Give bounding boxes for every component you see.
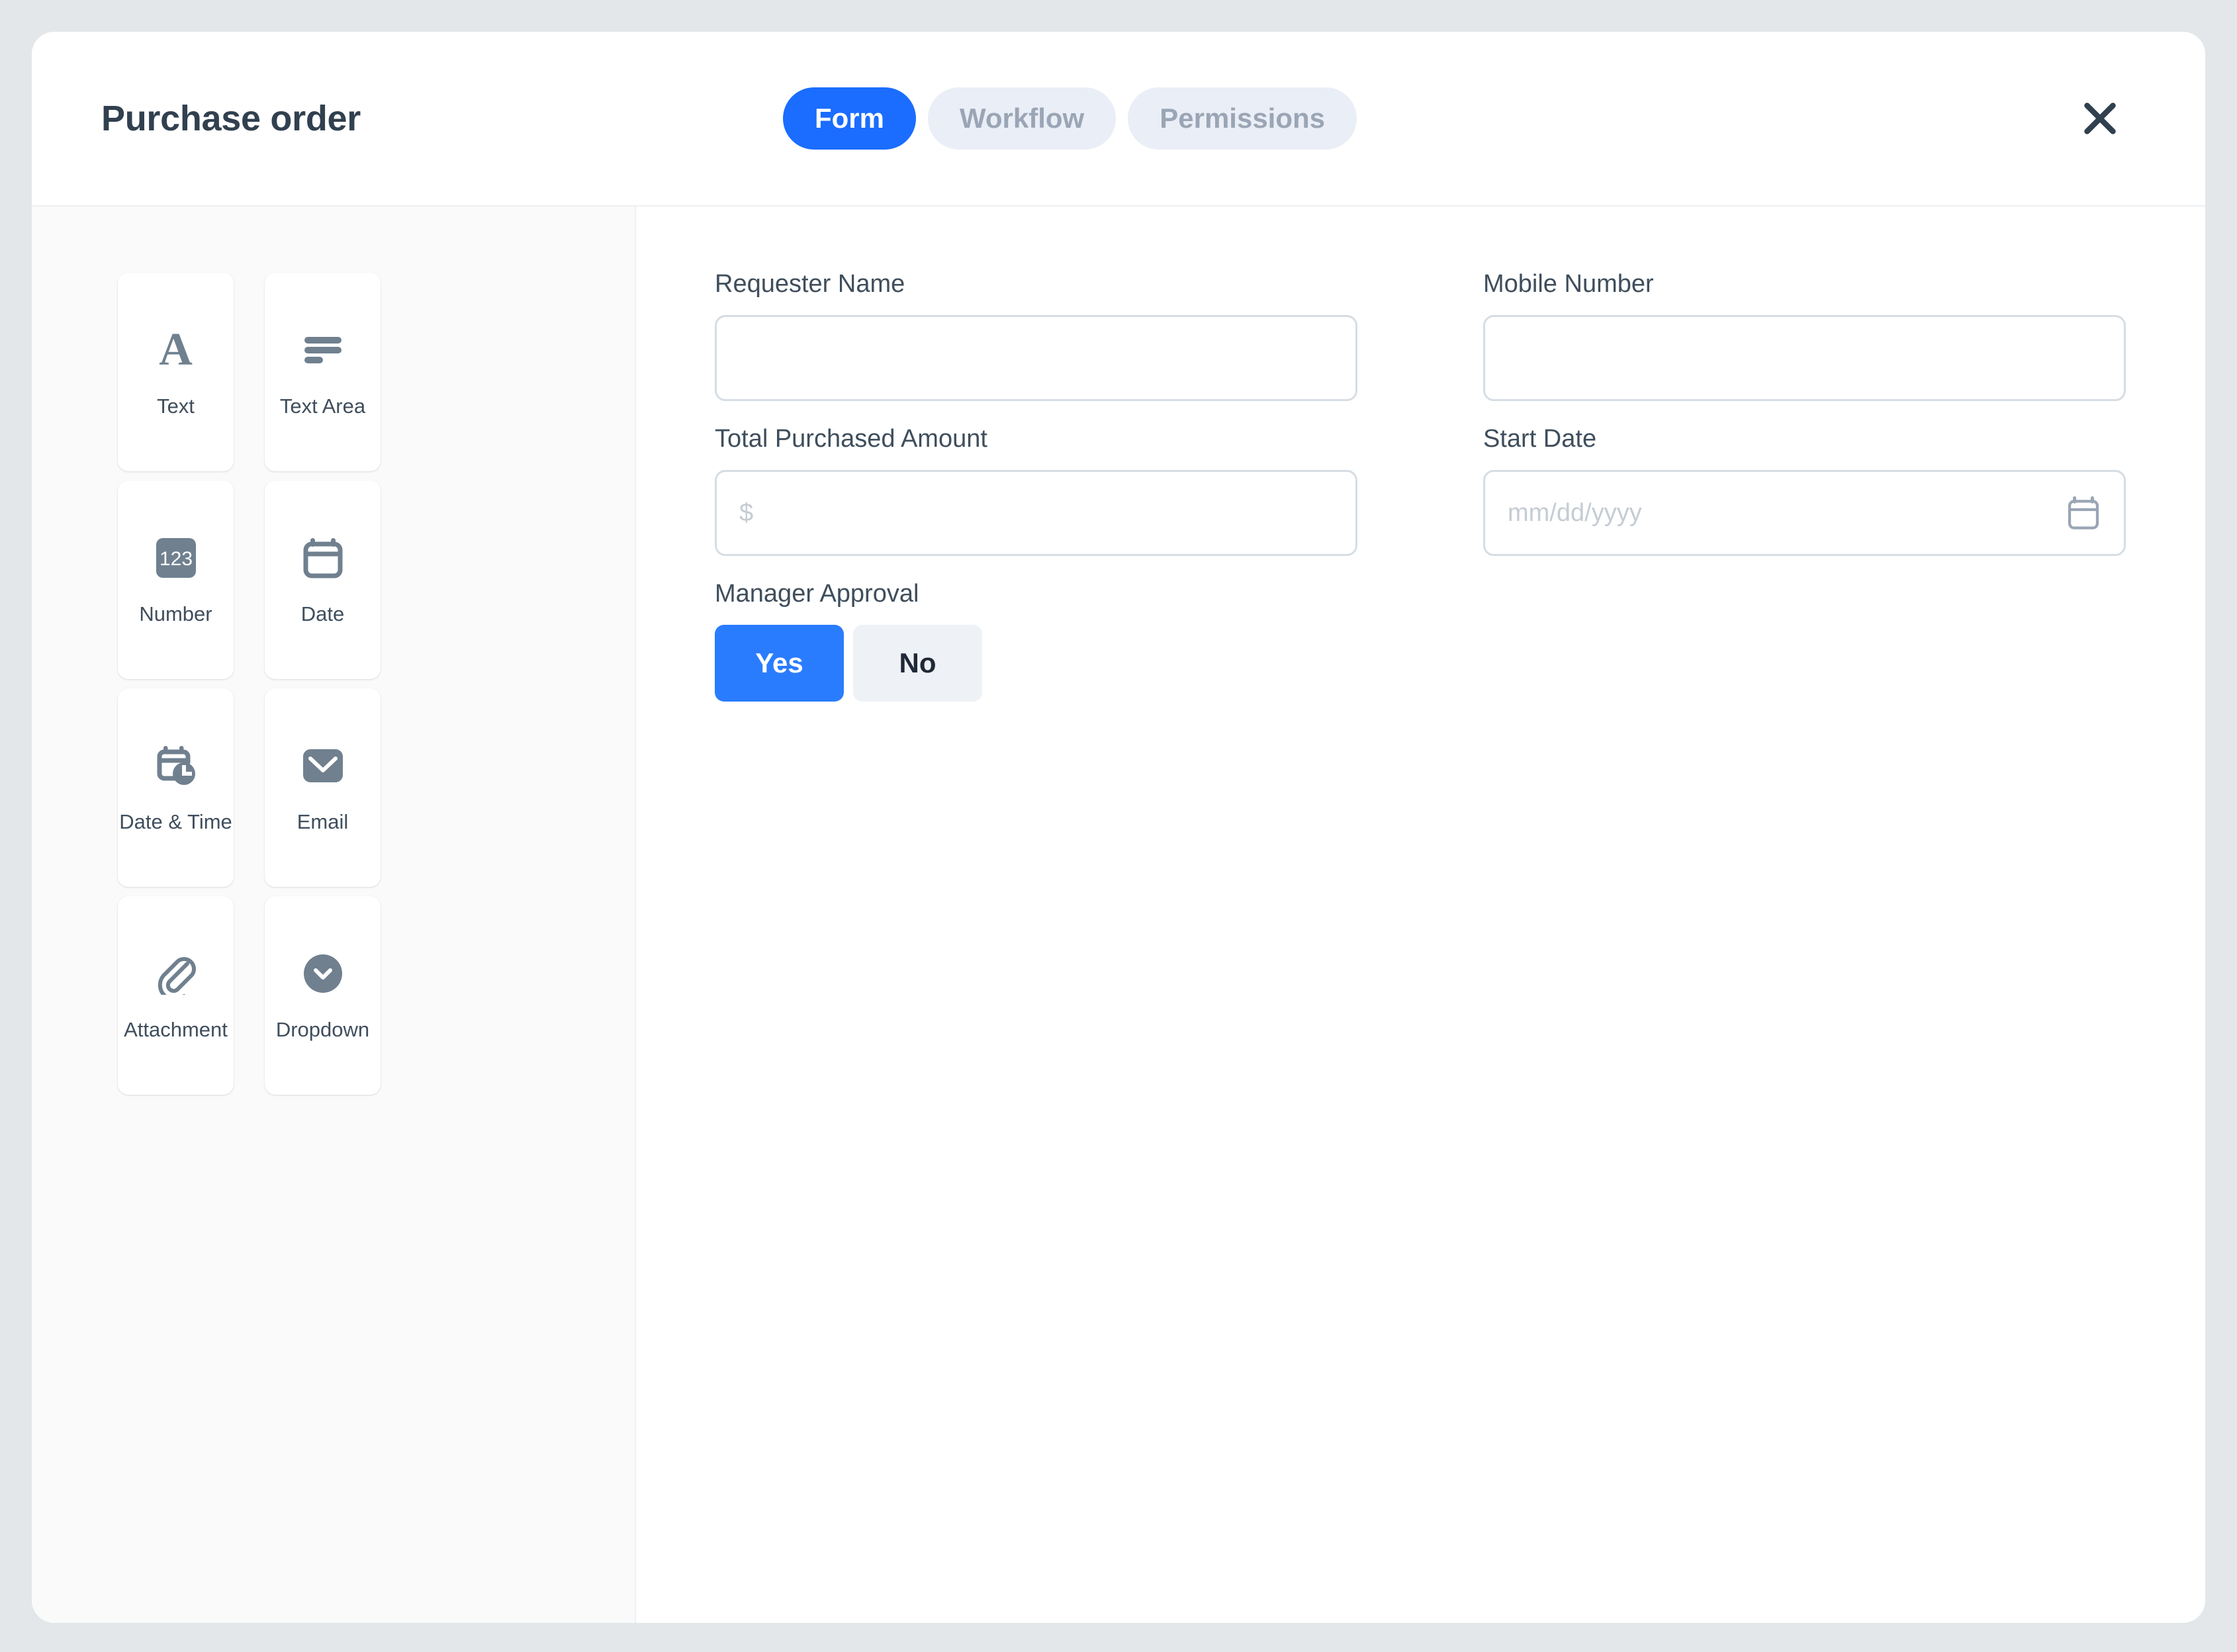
field-requester-name: Requester Name: [715, 271, 1357, 401]
palette-item-email[interactable]: Email: [265, 688, 381, 887]
close-icon: [2084, 103, 2116, 134]
palette-item-date[interactable]: Date: [265, 481, 381, 679]
palette-item-label: Text Area: [279, 394, 366, 418]
total-purchased-amount-input[interactable]: [715, 470, 1357, 556]
form-grid: Requester Name Mobile Number Total Purch…: [715, 271, 2126, 702]
envelope-icon: [302, 744, 343, 788]
number-123-icon: 123: [155, 536, 197, 580]
palette-item-text-area[interactable]: Text Area: [265, 273, 381, 471]
purchase-order-modal: Purchase order Form Workflow Permissions: [32, 32, 2205, 1623]
field-control: [1483, 315, 2126, 401]
page-title: Purchase order: [101, 99, 361, 138]
letter-a-icon: A: [159, 324, 193, 375]
tab-permissions[interactable]: Permissions: [1128, 87, 1357, 150]
field-label: Requester Name: [715, 270, 905, 298]
paperclip-icon: [155, 952, 197, 995]
palette-item-label: Date & Time: [119, 809, 232, 833]
approval-yes-button[interactable]: Yes: [715, 625, 844, 702]
tab-workflow[interactable]: Workflow: [928, 87, 1117, 150]
modal-header: Purchase order Form Workflow Permissions: [32, 32, 2205, 206]
page-frame: Purchase order Form Workflow Permissions: [0, 0, 2237, 1652]
palette-item-label: Email: [297, 809, 349, 833]
text-lines-icon: [303, 328, 343, 372]
start-date-input[interactable]: [1483, 470, 2126, 556]
palette-grid: A Text Text Area 123 Number Date Date & …: [118, 273, 635, 1095]
field-control: [715, 315, 1357, 401]
field-mobile-number: Mobile Number: [1483, 271, 2126, 401]
approval-no-button[interactable]: No: [853, 625, 982, 702]
palette-item-label: Date: [300, 602, 345, 625]
palette-item-label: Dropdown: [275, 1017, 370, 1041]
palette-item-dropdown[interactable]: Dropdown: [265, 896, 381, 1095]
calendar-icon[interactable]: [2065, 494, 2102, 531]
tab-form[interactable]: Form: [783, 87, 916, 150]
palette-item-date-time[interactable]: Date & Time: [118, 688, 234, 887]
form-canvas: Requester Name Mobile Number Total Purch…: [636, 206, 2205, 1623]
field-total-purchased-amount: Total Purchased Amount: [715, 426, 1357, 556]
mobile-number-input[interactable]: [1483, 315, 2126, 401]
requester-name-input[interactable]: [715, 315, 1357, 401]
field-control: [1483, 470, 2126, 556]
chevron-down-circle-icon: [303, 952, 343, 995]
palette-item-label: Attachment: [124, 1017, 228, 1041]
palette-item-label: Text: [157, 394, 195, 418]
field-label: Mobile Number: [1483, 270, 1654, 298]
close-button[interactable]: [2074, 93, 2126, 144]
field-manager-approval: Manager Approval Yes No: [715, 581, 1357, 702]
field-type-palette: A Text Text Area 123 Number Date Date & …: [32, 206, 636, 1623]
calendar-clock-icon: [155, 744, 197, 788]
palette-item-text[interactable]: A Text: [118, 273, 234, 471]
palette-item-number[interactable]: 123 Number: [118, 481, 234, 679]
field-start-date: Start Date: [1483, 426, 2126, 556]
manager-approval-segmented: Yes No: [715, 625, 1357, 702]
tab-group: Form Workflow Permissions: [783, 87, 1357, 150]
palette-item-label: Number: [139, 602, 212, 625]
field-label: Manager Approval: [715, 580, 919, 608]
palette-item-attachment[interactable]: Attachment: [118, 896, 234, 1095]
svg-text:123: 123: [159, 548, 192, 570]
field-control: [715, 470, 1357, 556]
field-label: Start Date: [1483, 425, 1597, 453]
field-label: Total Purchased Amount: [715, 425, 987, 453]
calendar-icon: [302, 536, 343, 580]
modal-body: A Text Text Area 123 Number Date Date & …: [32, 206, 2205, 1623]
